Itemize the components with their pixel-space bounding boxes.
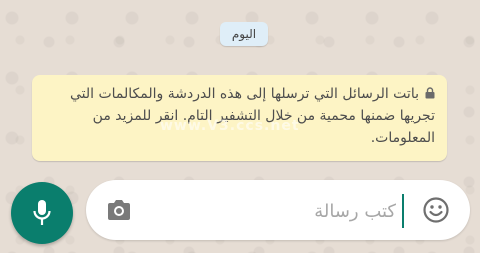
message-composer xyxy=(86,180,470,240)
text-cursor xyxy=(402,194,404,228)
encryption-notice[interactable]: باتت الرسائل التي ترسلها إلى هذه الدردشة… xyxy=(32,75,447,161)
date-label: اليوم xyxy=(231,27,257,41)
emoji-icon[interactable] xyxy=(422,196,450,224)
microphone-button[interactable] xyxy=(11,182,73,244)
camera-icon[interactable] xyxy=(106,198,132,222)
microphone-icon xyxy=(33,200,51,225)
encryption-notice-text: باتت الرسائل التي ترسلها إلى هذه الدردشة… xyxy=(69,86,435,146)
lock-icon xyxy=(425,87,435,99)
date-chip: اليوم xyxy=(220,22,268,46)
message-input[interactable] xyxy=(246,197,396,225)
